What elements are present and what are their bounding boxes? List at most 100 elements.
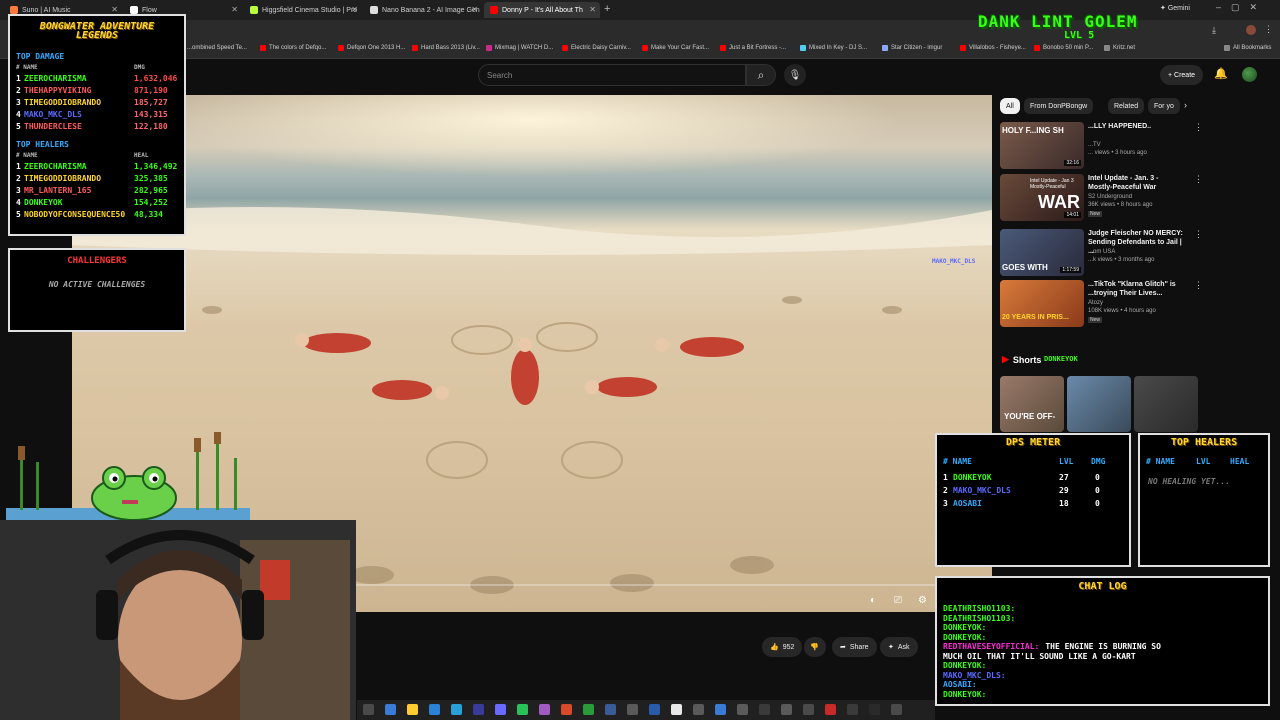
sparkle-icon: ✦ <box>888 644 894 651</box>
recommended-video[interactable]: Intel Update - Jan 3 Mostly-Peaceful WAR… <box>1000 174 1203 224</box>
app-icon[interactable] <box>737 704 748 715</box>
app-icon[interactable] <box>759 704 770 715</box>
chrome-icon[interactable] <box>671 704 682 715</box>
close-tab-icon[interactable]: ✕ <box>351 5 358 14</box>
download-icon[interactable]: ⤓ <box>1212 25 1216 36</box>
xbox-icon[interactable] <box>583 704 594 715</box>
healer-row: 3 MR_LANTERN_165 282,965 <box>16 186 168 195</box>
captions-icon[interactable]: ⎚ <box>894 595 902 606</box>
chip-from-channel[interactable]: From DonPBongw <box>1024 98 1094 114</box>
recommended-video[interactable]: HOLY F...ING SH 32:16 ...LLY HAPPENED.. … <box>1000 122 1203 172</box>
edge-browser-icon[interactable] <box>385 704 396 715</box>
more-options-icon[interactable]: ⋮ <box>1194 280 1203 291</box>
bookmark-item[interactable]: Mixmag | WATCH D... <box>486 45 553 51</box>
dislike-button[interactable]: 👎 <box>804 637 826 657</box>
app-icon[interactable] <box>847 704 858 715</box>
bookmark-item[interactable]: Bonobo 50 min P... <box>1034 45 1093 51</box>
short-thumbnail[interactable] <box>1134 376 1198 432</box>
bookmark-item[interactable]: The colors of Defqo... <box>260 45 326 51</box>
close-tab-icon[interactable]: ✕ <box>589 5 596 14</box>
photoshop-icon[interactable] <box>649 704 660 715</box>
app-icon[interactable] <box>561 704 572 715</box>
window-controls[interactable]: –▢✕ <box>1216 2 1267 13</box>
more-options-icon[interactable]: ⋮ <box>1194 174 1203 185</box>
toggle-switch-icon[interactable]: ◐ <box>870 595 876 606</box>
streamer-webcam-image <box>0 520 356 720</box>
close-tab-icon[interactable]: ✕ <box>471 5 478 14</box>
chip-related[interactable]: Related <box>1108 98 1145 114</box>
app-icon[interactable] <box>429 704 440 715</box>
healer-row: 1 ZEEROCHARISMA 1,346,492 <box>16 162 178 171</box>
short-thumbnail[interactable] <box>1067 376 1131 432</box>
bookmark-item[interactable]: Make Your Car Fast... <box>642 45 709 51</box>
search-button[interactable]: ⌕ <box>746 64 776 86</box>
menu-dots-icon[interactable]: ⋮ <box>1264 24 1273 35</box>
short-thumbnail[interactable]: YOU'RE OFF- <box>1000 376 1064 432</box>
profile-avatar-icon[interactable] <box>1246 25 1256 35</box>
app-icon[interactable] <box>605 704 616 715</box>
chat-line: DEATHRISHO1103: <box>943 613 1016 623</box>
steam-icon[interactable] <box>451 704 462 715</box>
app-icon[interactable] <box>869 704 880 715</box>
app-icon[interactable] <box>473 704 484 715</box>
bookmark-item[interactable]: All Bookmarks <box>1224 45 1271 51</box>
video-thumbnail: 20 YEARS IN PRIS... <box>1000 280 1084 327</box>
dps-row: 2 MAKO_MKC_DLS 29 0 <box>943 486 1100 495</box>
settings-gear-icon[interactable]: ⚙ <box>918 595 927 606</box>
bookmark-item[interactable]: Just a Bit Fortress -... <box>720 45 786 51</box>
bookmark-favicon-icon <box>1034 45 1040 51</box>
search-input[interactable]: Search <box>478 64 746 86</box>
discord-icon[interactable] <box>495 704 506 715</box>
start-menu-icon[interactable] <box>363 704 374 715</box>
voice-search-button[interactable]: 🎙 <box>784 64 806 86</box>
create-button[interactable]: + Create <box>1160 65 1204 85</box>
chat-line: AOSABI: <box>943 680 977 689</box>
recommended-video[interactable]: GOES WITH 1:17:59 Judge Fleischer NO MER… <box>1000 229 1203 279</box>
chip-all[interactable]: All <box>1000 98 1020 114</box>
chat-line: DONKEYOK: <box>943 661 987 670</box>
app-icon[interactable] <box>803 704 814 715</box>
close-tab-icon[interactable]: ✕ <box>111 5 118 14</box>
nano-banana-favicon-icon <box>370 6 378 14</box>
bookmark-item[interactable]: Villalobos - Fisheye... <box>960 45 1026 51</box>
chip-for-you[interactable]: For yo <box>1148 98 1180 114</box>
app-icon[interactable] <box>693 704 704 715</box>
bookmark-item[interactable]: Kritz.net <box>1104 45 1135 51</box>
challengers-panel: CHALLENGERS NO ACTIVE CHALLENGES <box>8 248 186 332</box>
tab-nano-banana[interactable]: Nano Banana 2 - AI Image Gen ✕ <box>364 2 482 18</box>
search-icon: ⌕ <box>757 67 765 82</box>
dps-meter-panel: DPS METER # NAME LVL DMG 1 DONKEYOK 27 0 2 MA… <box>935 433 1131 567</box>
app-icon[interactable] <box>715 704 726 715</box>
bookmark-item[interactable]: Electric Daisy Carniv... <box>562 45 631 51</box>
new-tab-button[interactable]: + <box>604 3 610 15</box>
healers-empty: NO HEALING YET... <box>1148 477 1230 486</box>
app-icon[interactable] <box>627 704 638 715</box>
app-icon[interactable] <box>891 704 902 715</box>
app-icon[interactable] <box>539 704 550 715</box>
dps-row: 1 DONKEYOK 27 0 <box>943 473 1100 482</box>
account-avatar[interactable] <box>1242 67 1257 82</box>
bookmark-item[interactable]: Defqon One 2013 H... <box>338 45 405 51</box>
file-explorer-icon[interactable] <box>407 704 418 715</box>
tab-youtube-active[interactable]: Donny P - It's All About Th ✕ <box>484 2 600 18</box>
share-button[interactable]: ➦ Share <box>832 637 877 657</box>
app-icon[interactable] <box>781 704 792 715</box>
more-options-icon[interactable]: ⋮ <box>1194 229 1203 240</box>
bookmark-favicon-icon <box>412 45 418 51</box>
recommended-video[interactable]: 20 YEARS IN PRIS... ...TikTok "Klarna Gl… <box>1000 280 1203 330</box>
bookmark-item[interactable]: Hard Bass 2013 (Liv... <box>412 45 480 51</box>
chevron-right-icon[interactable]: › <box>1184 100 1187 110</box>
bookmark-item[interactable]: ...ombined Speed Te... <box>178 45 247 51</box>
like-button[interactable]: 👍 952 <box>762 637 803 657</box>
bookmark-item[interactable]: Mixed In Key - DJ S... <box>800 45 867 51</box>
more-options-icon[interactable]: ⋮ <box>1194 122 1203 133</box>
gemini-button[interactable]: ✦ Gemini <box>1160 4 1190 12</box>
bookmark-favicon-icon <box>562 45 568 51</box>
tab-higgsfield[interactable]: Higgsfield Cinema Studio | Pro ✕ <box>244 2 362 18</box>
ask-button[interactable]: ✦ Ask <box>880 637 918 657</box>
bookmark-item[interactable]: Star Citizen - imgur <box>882 45 942 51</box>
app-icon[interactable] <box>825 704 836 715</box>
notifications-bell-icon[interactable]: 🔔 <box>1214 67 1228 80</box>
spotify-icon[interactable] <box>517 704 528 715</box>
close-tab-icon[interactable]: ✕ <box>231 5 238 14</box>
